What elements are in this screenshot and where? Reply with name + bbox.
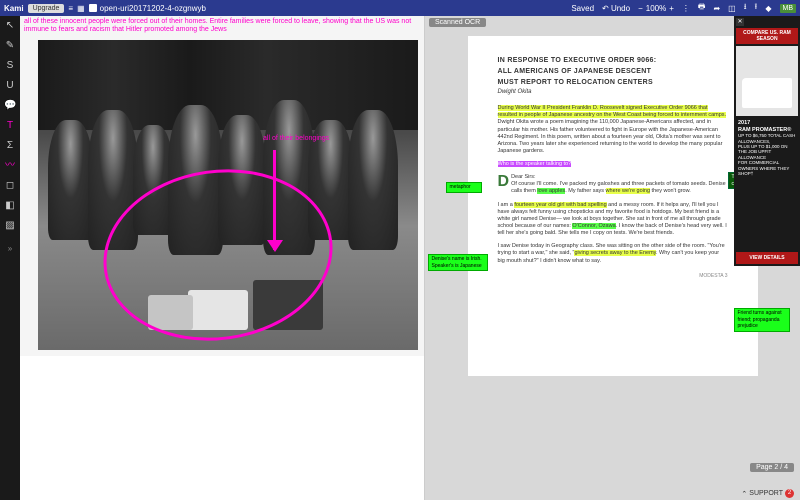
document-tab[interactable]: open-uri20171202-4-ozgnwyb <box>89 4 206 13</box>
app-logo: Kami <box>4 4 24 13</box>
ocr-badge[interactable]: Scanned OCR <box>429 18 486 27</box>
select-tool-icon[interactable]: ↖ <box>4 20 16 32</box>
stanza-3: I saw Denise today in Geography class. S… <box>498 243 728 264</box>
historical-photo[interactable]: all of their belongings <box>38 40 418 350</box>
stanza-1: DDear Sirs:Of course I'll come. I've pac… <box>498 174 728 195</box>
ad-close-icon[interactable]: ✕ <box>736 18 744 26</box>
upload-icon[interactable]: ⭱ <box>755 1 758 15</box>
note-purple[interactable]: Who is the speaker talking to? <box>498 161 572 167</box>
share-icon[interactable]: ➦ <box>713 4 720 13</box>
draw-tool-icon[interactable]: 〰 <box>4 160 16 172</box>
grid-icon[interactable]: ▦ <box>77 4 85 13</box>
ad-cta-button[interactable]: VIEW DETAILS <box>736 252 798 264</box>
saved-status: Saved <box>571 4 594 13</box>
poem-document[interactable]: IN RESPONSE TO EXECUTIVE ORDER 9066: ALL… <box>468 36 758 376</box>
ad-copy: 2017RAM PROMASTER® UP TO $6,750 TOTAL CA… <box>736 118 798 178</box>
support-count-badge: 2 <box>785 489 794 498</box>
eraser-tool-icon[interactable]: ◧ <box>4 200 16 212</box>
download-icon[interactable]: ⭳ <box>744 1 747 15</box>
zoom-out-button[interactable]: − <box>638 4 643 13</box>
user-badge[interactable]: MB <box>780 4 797 13</box>
doc-intro: During World War II President Franklin D… <box>498 105 728 155</box>
margin-note-friend[interactable]: Friend turns against friend; propaganda … <box>734 308 790 332</box>
expand-sidebar-icon[interactable]: » <box>8 244 12 253</box>
strike-tool-icon[interactable]: S <box>4 60 16 72</box>
advertisement[interactable]: ✕ COMPARE US. RAM SEASON 2017RAM PROMAST… <box>734 16 800 266</box>
doc-author: Dwight Okita <box>498 89 728 97</box>
doc-title-3: MUST REPORT TO RELOCATION CENTERS <box>498 78 728 87</box>
stanza-2: I am a fourteen year old girl with bad s… <box>498 202 728 238</box>
shape-tool-icon[interactable]: ◻ <box>4 180 16 192</box>
split-icon[interactable]: ◫ <box>728 4 736 13</box>
margin-note-names[interactable]: Denise's name is Irish. Speaker's is Jap… <box>428 254 488 271</box>
doc-title-2: ALL AMERICANS OF JAPANESE DESCENT <box>498 67 728 76</box>
text-tool-icon[interactable]: T <box>4 120 16 132</box>
topbar: Kami Upgrade ≡ ▦ open-uri20171202-4-ozgn… <box>0 0 800 16</box>
zoom-in-button[interactable]: + <box>669 4 674 13</box>
doc-title-1: IN RESPONSE TO EXECUTIVE ORDER 9066: <box>498 56 728 65</box>
undo-button[interactable]: ↶ Undo <box>602 4 630 13</box>
annotation-label[interactable]: all of their belongings <box>263 135 329 142</box>
doc-icon <box>89 4 97 12</box>
zoom-value[interactable]: 100% <box>646 4 666 13</box>
underline-tool-icon[interactable]: U <box>4 80 16 92</box>
doc-footer: MODESTA 3 <box>498 273 728 280</box>
margin-note-metaphor[interactable]: metaphor <box>446 182 482 193</box>
page-indicator[interactable]: Page 2 / 4 <box>750 463 794 472</box>
equation-tool-icon[interactable]: Σ <box>4 140 16 152</box>
menu-icon[interactable]: ≡ <box>68 4 73 13</box>
print-icon[interactable]: 🖶 <box>698 1 706 15</box>
ad-header: COMPARE US. RAM SEASON <box>736 28 798 44</box>
tab-title: open-uri20171202-4-ozgnwyb <box>100 4 206 13</box>
comment-tool-icon[interactable]: 💬 <box>4 100 16 112</box>
ad-image <box>736 46 798 116</box>
highlight-tool-icon[interactable]: ✎ <box>4 40 16 52</box>
tool-sidebar: ↖ ✎ S U 💬 T Σ 〰 ◻ ◧ ▨ » <box>0 16 20 500</box>
image-tool-icon[interactable]: ▨ <box>4 220 16 232</box>
upgrade-button[interactable]: Upgrade <box>28 4 65 13</box>
menu-dots-icon[interactable]: ⋮ <box>682 4 690 13</box>
support-button[interactable]: ⌃ SUPPORT 2 <box>741 489 794 498</box>
drive-icon[interactable]: ◆ <box>765 4 771 13</box>
chevron-up-icon: ⌃ <box>741 490 747 498</box>
annotation-caption[interactable]: all of these innocent people were forced… <box>24 18 420 35</box>
image-pane: all of these innocent people were forced… <box>20 16 425 500</box>
